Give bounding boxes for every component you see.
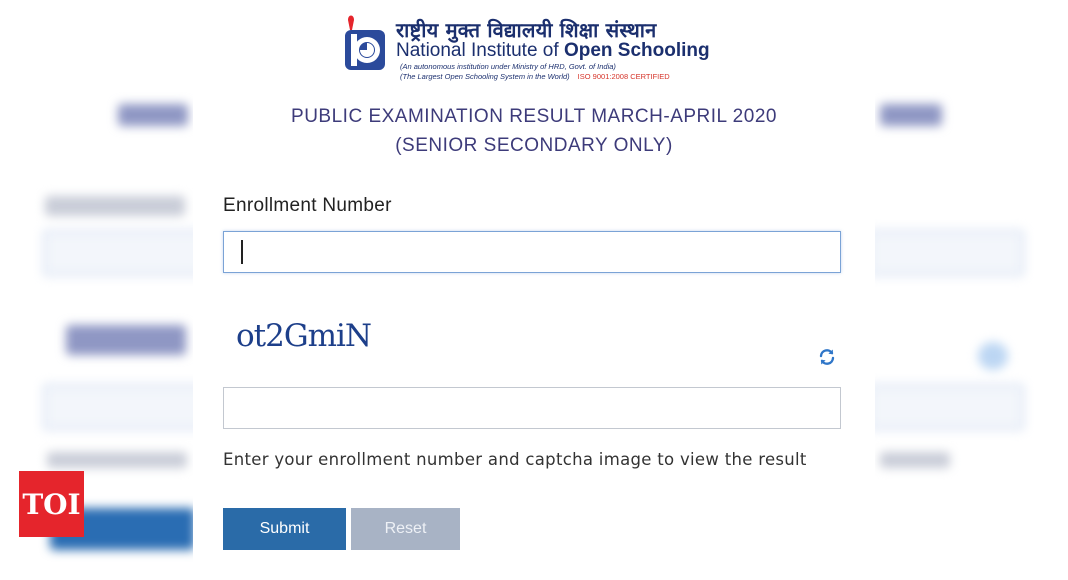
- institute-name-part1: National Institute of: [396, 40, 564, 61]
- toi-watermark-logo: TOI: [19, 471, 84, 537]
- institute-subtitle: (An autonomous institution under Ministr…: [400, 62, 616, 71]
- institute-tagline: (The Largest Open Schooling System in th…: [400, 72, 670, 81]
- refresh-icon[interactable]: [817, 347, 837, 367]
- help-text: Enter your enrollment number and captcha…: [223, 450, 807, 469]
- reset-button[interactable]: Reset: [351, 508, 460, 550]
- institute-name-part2: Open Schooling: [563, 40, 710, 61]
- institute-name-hindi: राष्ट्रीय मुक्त विद्यालयी शिक्षा संस्थान: [396, 18, 657, 42]
- submit-button[interactable]: Submit: [223, 508, 346, 550]
- iso-certified-text: ISO 9001:2008 CERTIFIED: [577, 72, 670, 81]
- enrollment-label: Enrollment Number: [223, 195, 392, 216]
- result-login-panel: राष्ट्रीय मुक्त विद्यालयी शिक्षा संस्थान…: [193, 0, 875, 580]
- nios-emblem-icon: [345, 15, 385, 70]
- page-title: PUBLIC EXAMINATION RESULT MARCH-APRIL 20…: [291, 106, 777, 127]
- captcha-input[interactable]: [223, 387, 841, 429]
- enrollment-number-input[interactable]: [223, 231, 841, 273]
- page-subtitle: (SENIOR SECONDARY ONLY): [395, 135, 673, 156]
- captcha-image: ot2GmiN: [236, 318, 372, 354]
- institute-name: National Institute of Open Schooling: [396, 40, 710, 62]
- text-cursor: [241, 240, 243, 264]
- nios-logo: राष्ट्रीय मुक्त विद्यालयी शिक्षा संस्थान…: [342, 12, 722, 84]
- tagline-text: (The Largest Open Schooling System in th…: [400, 72, 570, 81]
